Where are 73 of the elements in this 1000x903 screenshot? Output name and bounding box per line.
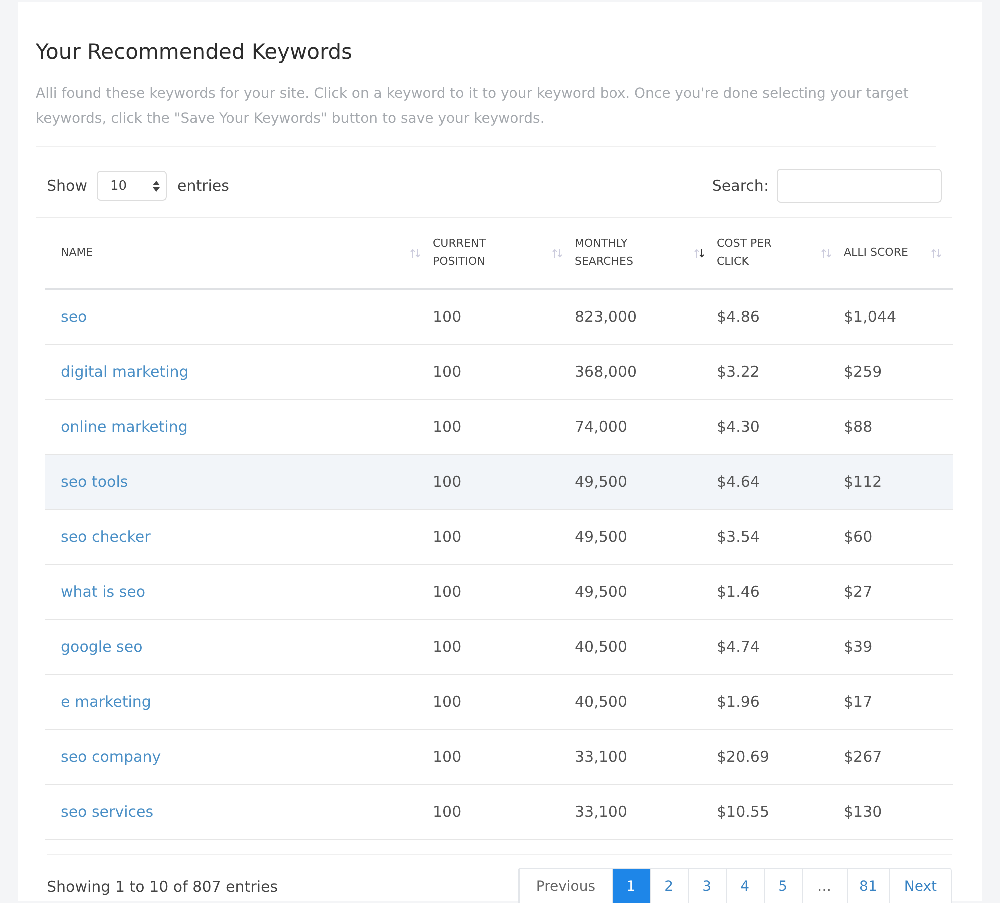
table-cell: 100 [433,638,462,656]
table-cell: $4.86 [717,308,760,326]
page-title: Your Recommended Keywords [36,40,354,64]
search-label: Search: [712,177,769,195]
table-cell: 40,500 [575,693,628,711]
caret-icon [153,180,160,192]
table-cell: 100 [433,473,462,491]
page-button[interactable]: 3 [688,869,726,903]
table-cell: 49,500 [575,473,628,491]
table-cell: $1.96 [717,693,760,711]
table-cell: 40,500 [575,638,628,656]
table-cell: $17 [844,693,873,711]
keyword-link[interactable]: online marketing [61,418,188,436]
page-button[interactable]: 2 [650,869,688,903]
keyword-link[interactable]: seo [61,308,88,326]
table-cell: $3.22 [717,363,760,381]
table-cell: 368,000 [575,363,638,381]
sort-icon[interactable] [694,248,705,258]
page-button[interactable]: 81 [846,869,890,903]
table-cell: 100 [433,418,462,436]
column-header: COST PER CLICK [717,236,773,270]
ellipsis: … [802,869,847,903]
table-cell: $27 [844,583,873,601]
column-header: NAME [61,245,94,261]
table-cell: $3.54 [717,528,760,546]
table-cell: $1,044 [844,308,896,326]
page-button[interactable]: 1 [612,869,650,903]
table-cell: $88 [844,418,873,436]
table-cell: $20.69 [717,748,770,766]
entries-label: entries [177,177,230,195]
table-cell: 74,000 [575,418,628,436]
table-cell: 100 [433,363,462,381]
table-cell: 33,100 [575,803,628,821]
table-cell: 100 [433,748,462,766]
table-cell: $4.64 [717,473,760,491]
column-header: MONTHLY SEARCHES [575,236,634,270]
table-cell: $4.30 [717,418,760,436]
table-cell: 100 [433,308,462,326]
keyword-link[interactable]: seo company [61,748,162,766]
keyword-link[interactable]: digital marketing [61,363,189,381]
table-cell: 100 [433,693,462,711]
table-cell: $267 [844,748,882,766]
search-field[interactable] [777,169,942,203]
column-header: ALLI SCORE [844,245,908,261]
table-cell: 823,000 [575,308,638,326]
table-cell: $112 [844,473,882,491]
keyword-link[interactable]: seo checker [61,528,151,546]
table-cell: 33,100 [575,748,628,766]
keyword-link[interactable]: seo tools [61,473,128,491]
keyword-link[interactable]: e marketing [61,693,152,711]
table-cell: $39 [844,638,873,656]
column-header: CURRENT POSITION [433,236,487,270]
table-cell: $259 [844,363,882,381]
keyword-link[interactable]: what is seo [61,583,146,601]
entries-select[interactable]: 10 [97,171,168,201]
keyword-link[interactable]: seo services [61,803,154,821]
table-cell: $130 [844,803,882,821]
table-cell: $1.46 [717,583,760,601]
page-button[interactable]: 5 [764,869,802,903]
next-button[interactable]: Next [889,869,951,903]
keyword-link[interactable]: google seo [61,638,143,656]
table-cell: $4.74 [717,638,760,656]
description: Alli found these keywords for your site. Click on a keyword to it to your keyword box. Once you're done selecting your target keywords, click the "Save Your Keywords" button to save your keywords. [36,82,936,147]
entries-info: Showing 1 to 10 of 807 entries [47,878,278,896]
table-cell: 100 [433,583,462,601]
table-cell: 100 [433,803,462,821]
table-cell: 49,500 [575,583,628,601]
table-cell: 100 [433,528,462,546]
table-cell: $60 [844,528,873,546]
table-cell: $10.55 [717,803,770,821]
show-label: Show [47,177,88,195]
table-cell: 49,500 [575,528,628,546]
page-button[interactable]: 4 [726,869,764,903]
